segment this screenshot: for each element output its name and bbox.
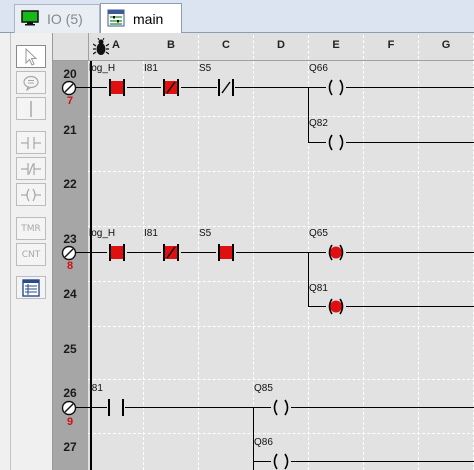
grid-line (88, 326, 474, 327)
wire (76, 87, 90, 88)
grid-line (88, 281, 474, 282)
grid-line (143, 61, 144, 470)
tab-io[interactable]: IO (5) (14, 4, 100, 33)
ladder-toolbox: TMR CNT (11, 33, 52, 470)
rung-counter: 7 (66, 95, 74, 107)
grid-line (363, 61, 364, 470)
operand-label: Q82 (309, 118, 328, 129)
tab-io-label: IO (5) (47, 11, 83, 27)
grid-line (418, 61, 419, 470)
counter-tool-label: CNT (21, 249, 41, 260)
coil-icon (21, 188, 41, 201)
contact-no-tool-button[interactable] (16, 131, 46, 154)
normally-open-contact-icon (21, 136, 41, 149)
coil-q82[interactable] (326, 133, 346, 152)
rung-number: 21 (63, 123, 77, 137)
rung-number: 25 (63, 342, 77, 356)
operand-label: I81 (144, 228, 158, 239)
coil-q66[interactable] (326, 78, 346, 97)
column-header: A B C D E F G (53, 33, 474, 61)
column-e: E (332, 39, 340, 51)
coil-q85[interactable] (271, 398, 291, 417)
operand-label: log_H (89, 228, 116, 239)
operand-label: Q65 (309, 228, 328, 239)
power-rail (90, 61, 92, 470)
table-icon (22, 278, 40, 297)
tab-main[interactable]: main (100, 3, 182, 34)
operand-label: Q66 (309, 63, 328, 74)
column-a: A (112, 39, 120, 51)
rung-counter: 8 (66, 260, 74, 272)
column-c: C (222, 39, 230, 51)
coil-tool-button[interactable] (16, 183, 46, 206)
table-tool-button[interactable] (16, 276, 46, 299)
tab-bar: IO (5) main (0, 0, 474, 34)
grid-line (88, 226, 474, 227)
contact-s5-active[interactable] (216, 243, 236, 262)
vertical-line-icon (30, 100, 32, 117)
ladder-diagram-icon (107, 9, 125, 30)
rung-counter: 9 (66, 416, 74, 428)
rung-number: 27 (63, 440, 77, 454)
tab-main-label: main (133, 11, 164, 27)
contact-i81-nc-active[interactable] (161, 78, 181, 97)
clock-icon[interactable] (61, 400, 77, 416)
clock-icon[interactable] (61, 245, 77, 261)
operand-label: S5 (199, 63, 212, 74)
grid-line (198, 61, 199, 470)
timer-tool-label: TMR (21, 223, 41, 234)
monitor-icon (21, 9, 39, 29)
rung-number: 22 (63, 177, 77, 191)
grid-line (88, 116, 474, 117)
column-b: B (167, 39, 175, 51)
arrow-pointer-icon (25, 47, 38, 66)
column-g: G (441, 39, 451, 51)
column-f: F (387, 39, 395, 51)
contact-nc-tool-button[interactable] (16, 157, 46, 180)
column-d: D (277, 39, 285, 51)
coil-q86[interactable] (271, 452, 291, 470)
operand-label: Q86 (254, 437, 273, 448)
rung-number: 20 (63, 67, 77, 81)
contact-i81-nc-active[interactable] (161, 243, 181, 262)
rung-number: 24 (63, 287, 77, 301)
coil-q81-active[interactable] (326, 297, 346, 316)
contact-s5-nc[interactable] (217, 78, 235, 97)
pointer-tool-button[interactable] (16, 45, 46, 68)
counter-tool-button[interactable]: CNT (16, 243, 46, 266)
operand-label: I81 (144, 63, 158, 74)
contact-log-h-active[interactable] (107, 243, 127, 262)
rung-number: 23 (63, 232, 77, 246)
rung-number: 26 (63, 386, 77, 400)
grid-line (88, 379, 474, 380)
contact-i81[interactable] (107, 398, 125, 417)
grid-line (88, 171, 474, 172)
operand-label: log_H (89, 63, 116, 74)
operand-label: Q81 (309, 283, 328, 294)
operand-label: S5 (199, 228, 212, 239)
clock-icon[interactable] (61, 80, 77, 96)
normally-closed-contact-icon (21, 162, 41, 175)
grid-line (88, 433, 474, 434)
comment-tool-button[interactable] (16, 71, 46, 94)
timer-tool-button[interactable]: TMR (16, 217, 46, 240)
speech-bubble-icon (23, 75, 39, 91)
operand-label: Q85 (254, 383, 273, 394)
contact-log-h-active[interactable] (107, 78, 127, 97)
left-edge (0, 33, 11, 470)
operand-label: I81 (89, 383, 103, 394)
wire-tool-button[interactable] (16, 97, 46, 120)
ladder-editor[interactable]: A B C D E F G 20 7 21 22 23 8 24 25 26 9… (52, 33, 474, 470)
coil-q65-active[interactable] (326, 243, 346, 262)
